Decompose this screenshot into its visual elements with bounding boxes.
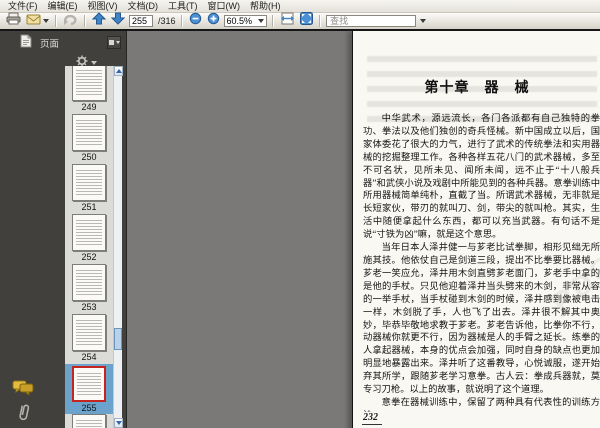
thumbnail-text-noise [76,419,102,428]
zoom-out-icon [189,12,202,30]
search-dropdown-caret[interactable] [420,19,427,23]
scroll-down-button[interactable] [114,418,123,428]
thumbnail-text-noise [76,219,102,245]
menu-item[interactable]: 帮助(H) [245,0,286,12]
thumbnail-page-preview[interactable] [72,66,106,101]
thumbnail-page-preview[interactable] [72,414,106,428]
thumbnail-list: 249 250 251 252 253 254 255 [65,66,113,428]
thumbnail-page-number: 254 [81,352,97,362]
thumbnail-text-noise [76,319,102,345]
thumbnail-item[interactable] [65,414,113,428]
thumbnail-strip: 249 250 251 252 253 254 255 [65,66,113,428]
email-icon [26,12,42,30]
zoom-dropdown-caret [258,19,265,23]
fit-width-button[interactable] [279,12,296,30]
thumbnail-page-preview[interactable] [72,114,106,151]
thumbnail-page-preview[interactable] [72,164,106,201]
thumbnail-item[interactable]: 253 [65,264,113,314]
body-text: 中华武术，源远流长，各门各派都有自己独特的拳功、拳法以及他们独创的奇兵怪械。新中… [363,113,600,423]
thumbnail-item[interactable]: 249 [65,66,113,114]
page-number-input[interactable] [129,15,153,27]
previous-page-button[interactable] [91,12,107,30]
fit-width-icon [280,12,295,30]
toolbar-separator [319,15,322,27]
navigation-pane: 页面 249 250 251 252 253 254 255 [0,31,127,428]
comments-panel-button[interactable] [12,380,34,401]
menu-item[interactable]: 工具(T) [163,0,203,12]
toolbar: /316 60.5% [0,12,600,30]
thumbnail-page-preview[interactable] [72,314,106,351]
print-button[interactable] [5,12,22,30]
scrollbar-thumb[interactable] [114,328,122,350]
fullscreen-button[interactable] [299,12,314,30]
paragraph: 当年日本人泽井健一与芗老比试拳脚，相形见绌无所施其技。他依仗自己是剑道三段，提出… [363,243,600,396]
print-icon [6,12,21,30]
pages-panel-title: 页面 [40,39,60,50]
thumbnail-page-preview[interactable] [72,366,106,402]
thumbnail-text-noise [76,119,102,145]
attachments-panel-button[interactable] [16,402,31,428]
pages-panel-header: 页面 [0,34,126,52]
zoom-in-icon [207,12,220,30]
thumbnail-page-preview[interactable] [72,264,106,301]
page-total-label: /316 [158,16,176,26]
paperclip-icon [19,404,30,421]
panel-options-icon [108,40,114,45]
panel-options-button[interactable] [107,36,121,49]
thumbnail-page-number: 255 [81,403,97,413]
thumbnail-page-preview[interactable] [72,214,106,251]
toolbar-separator [180,15,183,27]
document-page: 第十章 器 械 中华武术，源远流长，各门各派都有自己独特的拳功、拳法以及他们独创… [352,31,600,428]
document-viewport[interactable]: 第十章 器 械 中华武术，源远流长，各门各派都有自己独特的拳功、拳法以及他们独创… [128,31,600,428]
thumbnail-page-number: 253 [81,302,97,312]
page-number: 232 [362,412,382,425]
previous-view-button[interactable] [62,14,79,29]
thumbnail-item[interactable]: 254 [65,314,113,364]
chevron-up-icon [115,69,122,73]
toolbar-separator [55,15,57,27]
zoom-level-value: 60.5% [226,16,253,26]
thumbnail-text-noise [77,372,101,395]
toolbar-separator [84,15,86,27]
options-dropdown-caret [91,61,97,65]
thumbnail-page-number: 249 [81,102,97,112]
email-dropdown-caret [43,19,49,23]
menu-item[interactable]: 文档(D) [123,0,164,12]
thumbnail-text-noise [76,169,102,195]
paragraph: 意拳在器械训练中，保留了两种具有代表性的训练方法， [363,397,600,421]
menu-item[interactable]: 窗口(W) [203,0,246,12]
thumbnail-page-number: 250 [81,152,97,162]
pdf-reader-window: 文件(F) 编辑(E) 视图(V) 文档(D) 工具(T) 窗口(W) 帮助(H… [0,0,600,428]
page-down-icon [110,12,126,30]
toolbar-separator [272,15,275,27]
menu-item[interactable]: 编辑(E) [43,0,83,12]
email-button[interactable] [25,14,50,29]
thumbnail-text-noise [76,69,102,95]
chevron-down-icon [115,421,122,425]
page-up-icon [91,12,107,30]
search-input[interactable] [326,15,417,27]
paragraph: 中华武术，源远流长，各门各派都有自己独特的拳功、拳法以及他们独创的奇兵怪械。新中… [363,114,600,241]
menu-item[interactable]: 文件(F) [3,0,43,12]
zoom-in-button[interactable] [206,12,221,30]
thumbnail-scrollbar[interactable] [113,66,123,428]
panel-options-caret [115,41,120,44]
thumbnail-page-number: 251 [81,202,97,212]
comments-icon [12,380,34,396]
fullscreen-icon [300,12,314,30]
thumbnail-item[interactable]: 252 [65,214,113,264]
menu-item[interactable]: 视图(V) [83,0,123,12]
thumbnail-item[interactable]: 251 [65,164,113,214]
pages-panel-icon[interactable] [20,34,32,53]
previous-view-icon [63,12,78,30]
chapter-title: 第十章 器 械 [424,81,530,96]
thumbnail-item[interactable]: 250 [65,114,113,164]
next-page-button[interactable] [110,12,126,30]
thumbnail-text-noise [76,269,102,295]
thumbnail-item[interactable]: 255 [65,364,113,414]
zoom-out-button[interactable] [188,12,203,30]
thumbnail-page-number: 252 [81,252,97,262]
zoom-level-combo[interactable]: 60.5% [223,15,268,27]
scroll-up-button[interactable] [114,66,123,76]
